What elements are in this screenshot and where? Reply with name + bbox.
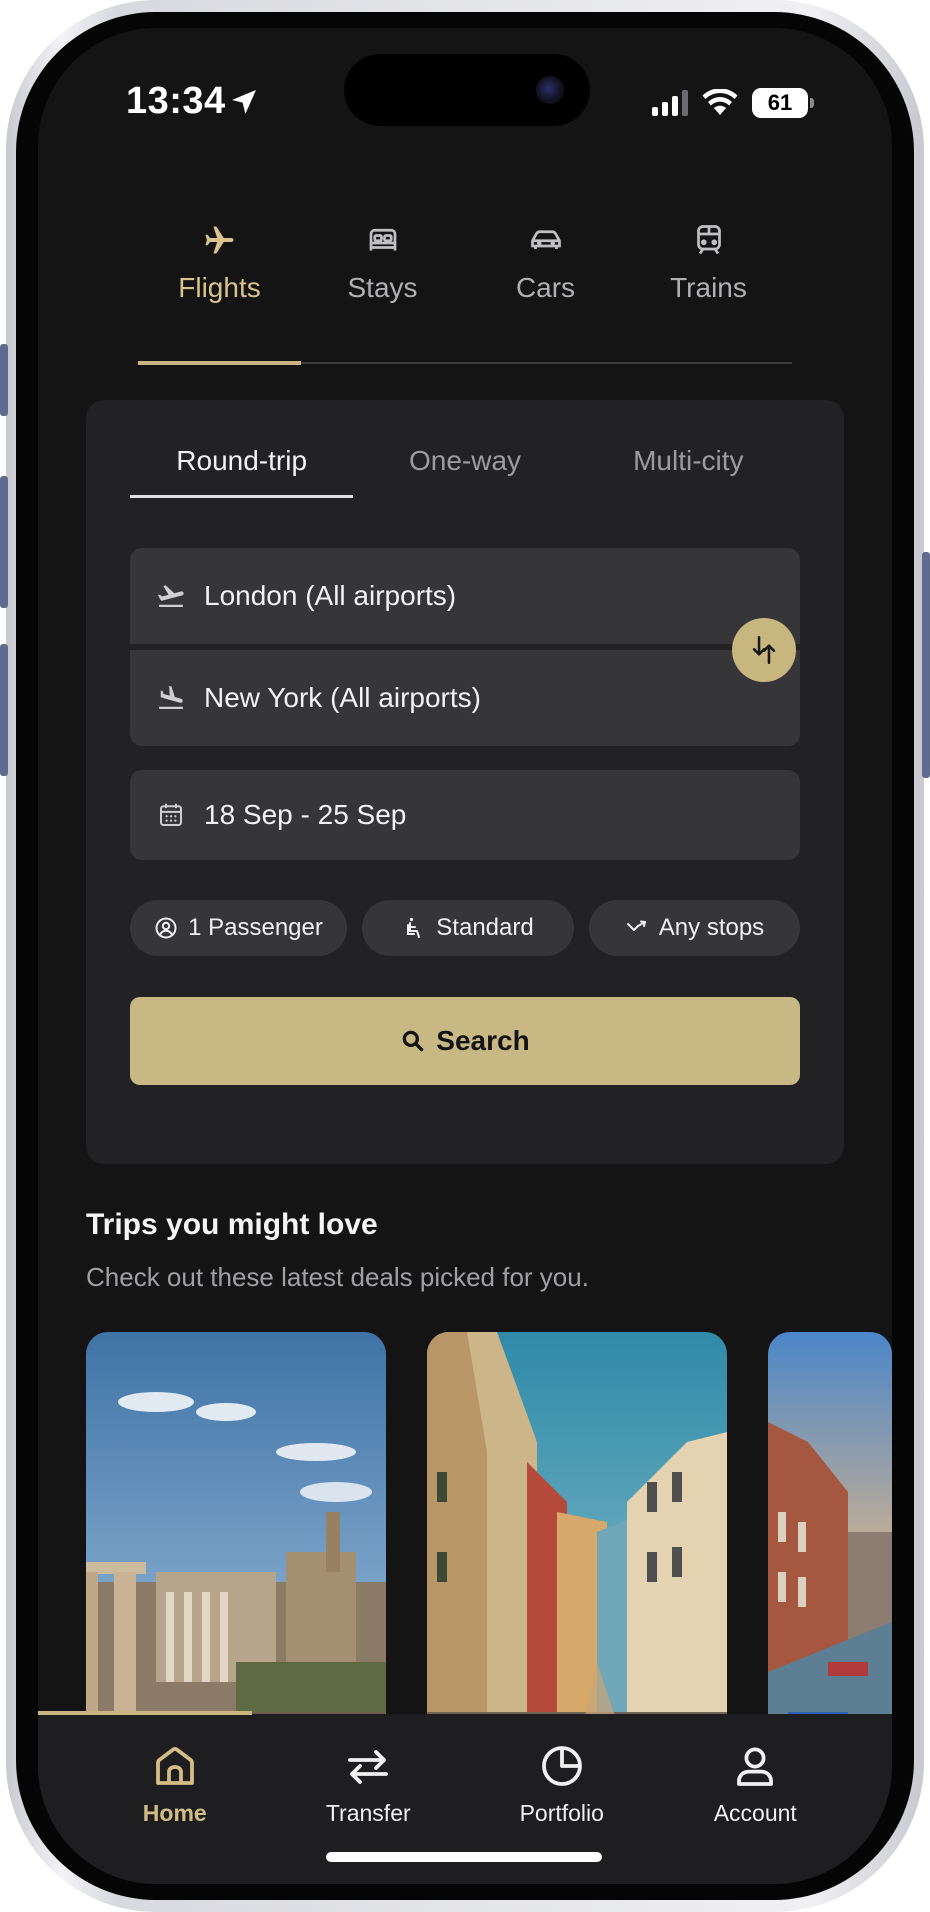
swap-icon: [752, 635, 776, 665]
nav-label: Portfolio: [519, 1800, 604, 1826]
tab-multi-city[interactable]: Multi-city: [577, 436, 800, 498]
origin-value: London (All airports): [204, 580, 457, 611]
tab-label: Trains: [670, 272, 747, 303]
action-button: [0, 344, 8, 416]
airplane-icon: [204, 226, 233, 254]
nav-label: Transfer: [325, 1800, 411, 1826]
destination-value: New York (All airports): [204, 682, 481, 713]
destination-field[interactable]: New York (All airports): [130, 650, 800, 746]
trips-section-title: Trips you might love: [86, 1208, 378, 1241]
flight-search-card: Round-trip One-way Multi-city London (Al…: [86, 400, 844, 1164]
dynamic-island: [344, 54, 590, 126]
tab-flights[interactable]: Flights: [138, 208, 301, 365]
search-button[interactable]: Search: [130, 997, 800, 1085]
category-tabs: Flights Stays Cars Trains: [138, 208, 792, 365]
trips-section-subtitle: Check out these latest deals picked for …: [86, 1262, 589, 1292]
route-merge-icon: [626, 920, 646, 931]
arrival-icon: [159, 685, 183, 709]
bed-icon: [369, 228, 396, 251]
camera-icon: [536, 76, 564, 104]
city-street-image: [427, 1332, 727, 1752]
status-time: 13:34: [126, 80, 226, 122]
date-range-value: 18 Sep - 25 Sep: [204, 799, 407, 830]
cabin-class-label: Standard: [436, 914, 534, 941]
app-screen: 13:34 61 Flights Stays Cars Trains Round…: [38, 28, 892, 1884]
calendar-icon: [160, 803, 182, 826]
trip-type-tabs: Round-trip One-way Multi-city: [130, 436, 800, 498]
nav-label: Account: [713, 1800, 797, 1826]
person-icon: [737, 1747, 774, 1786]
tab-stays[interactable]: Stays: [301, 208, 464, 362]
search-icon: [403, 1030, 424, 1052]
nav-label: Home: [142, 1800, 207, 1826]
tab-label: Stays: [347, 272, 418, 303]
tab-round-trip[interactable]: Round-trip: [130, 436, 354, 498]
power-button: [922, 552, 930, 778]
search-button-label: Search: [436, 1025, 530, 1056]
tab-one-way[interactable]: One-way: [353, 436, 576, 498]
origin-field[interactable]: London (All airports): [130, 548, 800, 644]
battery-indicator: 61: [752, 88, 814, 118]
trip-card-milan[interactable]: [427, 1332, 727, 1752]
volume-up-button: [0, 476, 8, 608]
wifi-icon: [702, 89, 738, 115]
car-icon: [530, 230, 561, 249]
scroll-progress-bar: [38, 1711, 252, 1715]
tab-label: Flights: [178, 272, 261, 303]
stops-label: Any stops: [658, 914, 765, 941]
cellular-signal-icon: [652, 90, 688, 116]
status-icons: 61: [652, 88, 814, 118]
nav-account[interactable]: Account: [659, 1714, 853, 1884]
tab-cars[interactable]: Cars: [464, 208, 627, 362]
volume-down-button: [0, 644, 8, 776]
location-arrow-icon: [232, 90, 256, 114]
departure-icon: [157, 585, 184, 607]
trip-card-venice[interactable]: [768, 1332, 892, 1752]
swap-locations-button[interactable]: [732, 618, 796, 682]
transfer-icon: [348, 1750, 389, 1784]
tab-label: Cars: [515, 272, 576, 303]
tab-trains[interactable]: Trains: [627, 208, 790, 362]
passengers-chip[interactable]: 1 Passenger: [130, 900, 347, 956]
home-indicator[interactable]: [326, 1852, 602, 1862]
train-icon: [696, 225, 721, 255]
rome-ruins-image: [86, 1332, 386, 1752]
stops-chip[interactable]: Any stops: [589, 900, 800, 956]
canal-image: [768, 1332, 892, 1752]
home-icon: [155, 1747, 194, 1785]
cabin-class-chip[interactable]: Standard: [362, 900, 574, 956]
pie-chart-icon: [541, 1746, 582, 1786]
search-options: 1 Passenger Standard Any stops: [130, 900, 800, 956]
passengers-label: 1 Passenger: [188, 914, 323, 941]
date-range-field[interactable]: 18 Sep - 25 Sep: [130, 770, 800, 860]
person-circle-icon: [155, 917, 177, 939]
nav-home[interactable]: Home: [78, 1714, 272, 1884]
trip-card-rome[interactable]: [86, 1332, 386, 1752]
seat-icon: [407, 917, 421, 938]
